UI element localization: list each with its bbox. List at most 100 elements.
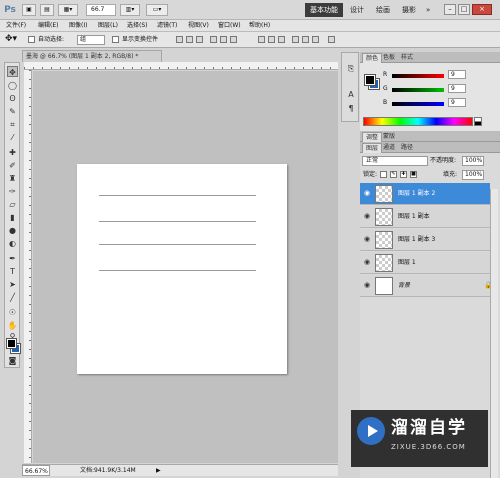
blue-slider[interactable]	[392, 102, 444, 106]
arrange-documents-dropdown[interactable]: ▥▾	[120, 4, 140, 16]
paragraph-panel-icon[interactable]: ¶	[345, 103, 357, 115]
tab-styles[interactable]: 样式	[398, 53, 416, 63]
green-slider[interactable]	[392, 88, 444, 92]
ruler-vertical[interactable]	[24, 70, 32, 463]
blend-mode-dropdown[interactable]: 正常	[362, 156, 428, 166]
auto-select-dropdown[interactable]: 组	[77, 35, 105, 45]
align-right-icon[interactable]	[230, 36, 237, 43]
minimize-button[interactable]: –	[444, 4, 456, 15]
menu-layer[interactable]: 图层(L)	[98, 21, 118, 31]
history-panel-icon[interactable]: ⎘	[345, 63, 357, 75]
document-page[interactable]	[77, 164, 287, 374]
dodge-tool-icon[interactable]: ◐	[7, 238, 18, 249]
tab-color[interactable]: 颜色	[362, 53, 383, 63]
clone-stamp-tool-icon[interactable]: ♜	[7, 173, 18, 184]
mini-bridge-icon[interactable]: ▤	[40, 4, 54, 16]
status-zoom-field[interactable]: 66.67%	[22, 465, 50, 476]
lock-position-icon[interactable]: ✚	[400, 171, 407, 178]
lock-all-icon[interactable]: ■	[410, 171, 417, 178]
menu-image[interactable]: 图像(I)	[69, 21, 87, 31]
green-value-field[interactable]: 9	[448, 84, 466, 93]
align-hcenter-icon[interactable]	[220, 36, 227, 43]
path-select-tool-icon[interactable]: ➤	[7, 279, 18, 290]
brush-tool-icon[interactable]: ✐	[7, 160, 18, 171]
align-left-icon[interactable]	[210, 36, 217, 43]
menu-select[interactable]: 选择(S)	[127, 21, 148, 31]
healing-brush-tool-icon[interactable]: ✚	[7, 147, 18, 158]
tab-layers[interactable]: 图层	[362, 143, 383, 153]
eye-icon[interactable]: ◉	[363, 259, 371, 266]
tab-adjustments[interactable]: 调整	[362, 132, 383, 142]
type-tool-icon[interactable]: T	[7, 266, 18, 277]
eye-icon[interactable]: ◉	[363, 190, 371, 197]
auto-select-checkbox[interactable]	[28, 36, 35, 43]
eye-icon[interactable]: ◉	[363, 282, 371, 289]
opacity-field[interactable]: 100%	[462, 156, 484, 166]
layer-row[interactable]: ◉ 图层 1	[360, 252, 490, 274]
eraser-tool-icon[interactable]: ▱	[7, 199, 18, 210]
red-slider[interactable]	[392, 74, 444, 78]
crop-tool-icon[interactable]: ⌗	[7, 119, 18, 130]
layer-row[interactable]: ◉ 背景 🔒	[360, 275, 493, 297]
3d-rotate-tool-icon[interactable]: ☉	[7, 307, 18, 318]
quick-mask-icon[interactable]: ◙	[7, 355, 18, 366]
tab-channels[interactable]: 通道	[380, 143, 398, 153]
lock-transparent-icon[interactable]	[380, 171, 387, 178]
workspace-design-button[interactable]: 设计	[350, 3, 364, 17]
red-value-field[interactable]: 9	[448, 70, 466, 79]
eye-icon[interactable]: ◉	[363, 213, 371, 220]
move-tool-preset-icon[interactable]: ✥▾	[5, 35, 17, 44]
foreground-color-swatch[interactable]	[6, 338, 17, 349]
layer-row[interactable]: ◉ 图层 1 副本 3	[360, 229, 490, 251]
menu-filter[interactable]: 滤镜(T)	[157, 21, 177, 31]
workspace-more-icon[interactable]: »	[426, 3, 430, 17]
lock-image-icon[interactable]: ✎	[390, 171, 397, 178]
layer-row[interactable]: ◉ 图层 1 副本	[360, 206, 490, 228]
blue-value-field[interactable]: 9	[448, 98, 466, 107]
move-tool-icon[interactable]: ✥	[7, 66, 18, 77]
pen-tool-icon[interactable]: ✒	[7, 253, 18, 264]
menu-edit[interactable]: 编辑(E)	[38, 21, 58, 31]
auto-align-icon[interactable]	[328, 36, 335, 43]
color-spectrum-ramp[interactable]	[363, 117, 473, 126]
close-button[interactable]: ×	[472, 4, 492, 15]
screen-mode-dropdown[interactable]: ▭▾	[146, 4, 168, 16]
menu-help[interactable]: 帮助(H)	[249, 21, 270, 31]
marquee-tool-icon[interactable]: ◯	[7, 80, 18, 91]
fill-field[interactable]: 100%	[462, 170, 484, 180]
tab-masks[interactable]: 蒙版	[380, 132, 398, 142]
workspace-painting-button[interactable]: 绘画	[376, 3, 390, 17]
distribute-hcenter-icon[interactable]	[302, 36, 309, 43]
color-fg-swatch[interactable]	[364, 74, 376, 86]
workspace-photography-button[interactable]: 摄影	[402, 3, 416, 17]
black-white-ramp[interactable]	[474, 117, 482, 126]
distribute-bottom-icon[interactable]	[278, 36, 285, 43]
eyedropper-tool-icon[interactable]: ⁄	[7, 132, 18, 143]
shape-tool-icon[interactable]: ╱	[7, 292, 18, 303]
eye-icon[interactable]: ◉	[363, 236, 371, 243]
view-extras-dropdown[interactable]: ▦▾	[58, 4, 78, 16]
menu-file[interactable]: 文件(F)	[6, 21, 26, 31]
ruler-horizontal[interactable]	[24, 62, 338, 70]
document-tab[interactable]: 墨海 @ 66.7% (图层 1 副本 2, RGB/8) *	[22, 50, 162, 62]
tab-paths[interactable]: 路径	[398, 143, 416, 153]
blur-tool-icon[interactable]: ●	[7, 225, 18, 236]
zoom-level[interactable]: 66.7	[86, 4, 116, 16]
workspace-essentials-button[interactable]: 基本功能	[305, 3, 343, 17]
hand-tool-icon[interactable]: ✋	[7, 320, 18, 331]
layers-scrollbar[interactable]	[490, 189, 498, 478]
menu-window[interactable]: 窗口(W)	[218, 21, 241, 31]
quick-select-tool-icon[interactable]: ✎	[7, 106, 18, 117]
tab-swatches[interactable]: 色板	[380, 53, 398, 63]
menu-view[interactable]: 视图(V)	[188, 21, 209, 31]
character-panel-icon[interactable]: A	[345, 89, 357, 101]
distribute-right-icon[interactable]	[312, 36, 319, 43]
distribute-top-icon[interactable]	[258, 36, 265, 43]
lasso-tool-icon[interactable]: ʘ	[7, 93, 18, 104]
status-arrow-icon[interactable]: ▶	[156, 465, 161, 476]
show-transform-checkbox[interactable]	[112, 36, 119, 43]
maximize-button[interactable]: □	[458, 4, 470, 15]
distribute-vcenter-icon[interactable]	[268, 36, 275, 43]
layer-row[interactable]: ◉ 图层 1 副本 2	[360, 183, 490, 205]
align-vcenter-icon[interactable]	[186, 36, 193, 43]
